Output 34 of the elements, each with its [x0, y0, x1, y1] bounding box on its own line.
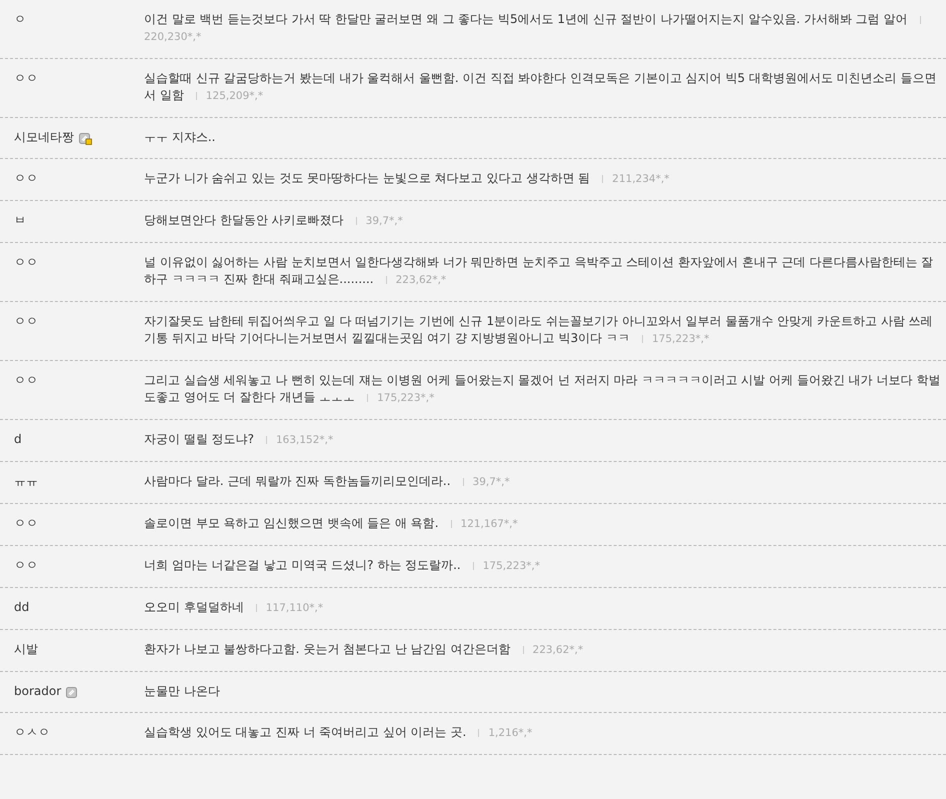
nickname[interactable]: ㅇㅇ	[14, 70, 38, 87]
comment-text: 눈물만 나온다	[144, 683, 220, 700]
gallery-nick-icon	[66, 687, 80, 699]
comment-text: 솔로이면 부모 욕하고 임신했으면 뱃속에 들은 애 욕함. 121,167*,*	[144, 515, 518, 532]
gallery-nick-icon	[79, 133, 92, 145]
nickname[interactable]: ㅇㅅㅇ	[14, 724, 50, 741]
nickname[interactable]: d	[14, 431, 22, 448]
comment-text: 그리고 실습생 세워놓고 나 뻔히 있는데 쟤는 이병원 어케 들어왔는지 몰겠어 넌 저러지 마라 ㅋㅋㅋㅋㅋ이러고 시발 어케 들어왔긴 내가 너보다 학벌도좋고 영어도 더 잘한다 개년들 ㅗㅗㅗ 175,223*,*	[144, 372, 942, 406]
comment-text: 당해보면안다 한달동안 사키로빠졌다 39,7*,*	[144, 212, 403, 229]
comment-text: 사람마다 달라. 근데 뭐랄까 진짜 독한놈들끼리모인데라.. 39,7*,*	[144, 473, 510, 490]
nickname[interactable]: ㅇㅇ	[14, 254, 38, 271]
comment-text: 오오미 후덜덜하네 117,110*,*	[144, 599, 324, 616]
comment-text: 자궁이 떨릴 정도냐? 163,152*,*	[144, 431, 334, 448]
comment-text: 누군가 니가 숨쉬고 있는 것도 못마땅하다는 눈빛으로 쳐다보고 있다고 생각하면 됨 211,234*,*	[144, 170, 670, 187]
comment-text: 너희 엄마는 너같은걸 낳고 미역국 드셨니? 하는 정도랄까.. 175,223*,*	[144, 557, 540, 574]
nickname[interactable]: ㅇㅇ	[14, 515, 38, 532]
nickname[interactable]: borador	[14, 683, 62, 700]
nickname[interactable]: ㅇㅇ	[14, 557, 38, 574]
comment-text: 환자가 나보고 불쌍하다고함. 웃는거 첨본다고 난 남간임 여간은더함 223,62*,*	[144, 641, 584, 658]
nickname[interactable]: ㅇㅇ	[14, 170, 38, 187]
nickname[interactable]: ㅇㅇ	[14, 372, 38, 389]
nickname[interactable]: ㅇㅇ	[14, 313, 38, 330]
comment-text: 이건 말로 백번 듣는것보다 가서 딱 한달만 굴러보면 왜 그 좋다는 빅5에서도 1년에 신규 절반이 나가떨어지는지 알수있음. 가서해봐 그럼 알어 220,230*,*	[144, 11, 944, 46]
nickname[interactable]: ㅇ	[14, 11, 26, 28]
comment-text: 실습학생 있어도 대놓고 진짜 너 죽여버리고 싶어 이러는 곳. 1,216*,*	[144, 724, 532, 741]
comment-text: 자기잘못도 남한테 뒤집어씌우고 일 다 떠넘기기는 기번에 신규 1분이라도 쉬는꼴보기가 아니꼬와서 일부러 물품개수 안맞게 카운트하고 사람 쓰레기통 뒤지고 바닥 기어다니는거보면서 낄낄대는곳임 여기 걍 지방병원아니고 빅3이다 ㅋㅋ 175,223*,*	[144, 313, 934, 347]
nickname[interactable]: ㅠㅠ	[14, 473, 38, 490]
nickname[interactable]: 시발	[14, 641, 38, 658]
nickname[interactable]: 시모네타짱	[14, 129, 74, 146]
comment-text: 실습할때 신규 갈굼당하는거 봤는데 내가 울컥해서 울뻔함. 이건 직접 봐야한다 인격모독은 기본이고 심지어 빅5 대학병원에서도 미친년소리 들으면서 일함 125,209*,*	[144, 70, 938, 104]
nickname[interactable]: ㅂ	[14, 212, 26, 229]
nickname[interactable]: dd	[14, 599, 30, 616]
comment-text: 널 이유없이 싫어하는 사람 눈치보면서 일한다생각해봐 너가 뭐만하면 눈치주고 윽박주고 스테이션 환자앞에서 혼내구 근데 다른다름사람한테는 잘하구 ㅋㅋㅋㅋ 진짜 한대 줘패고싶은......... 223,62*,*	[144, 254, 934, 288]
comment-text: ㅜㅜ 지쟈스..	[144, 129, 216, 146]
